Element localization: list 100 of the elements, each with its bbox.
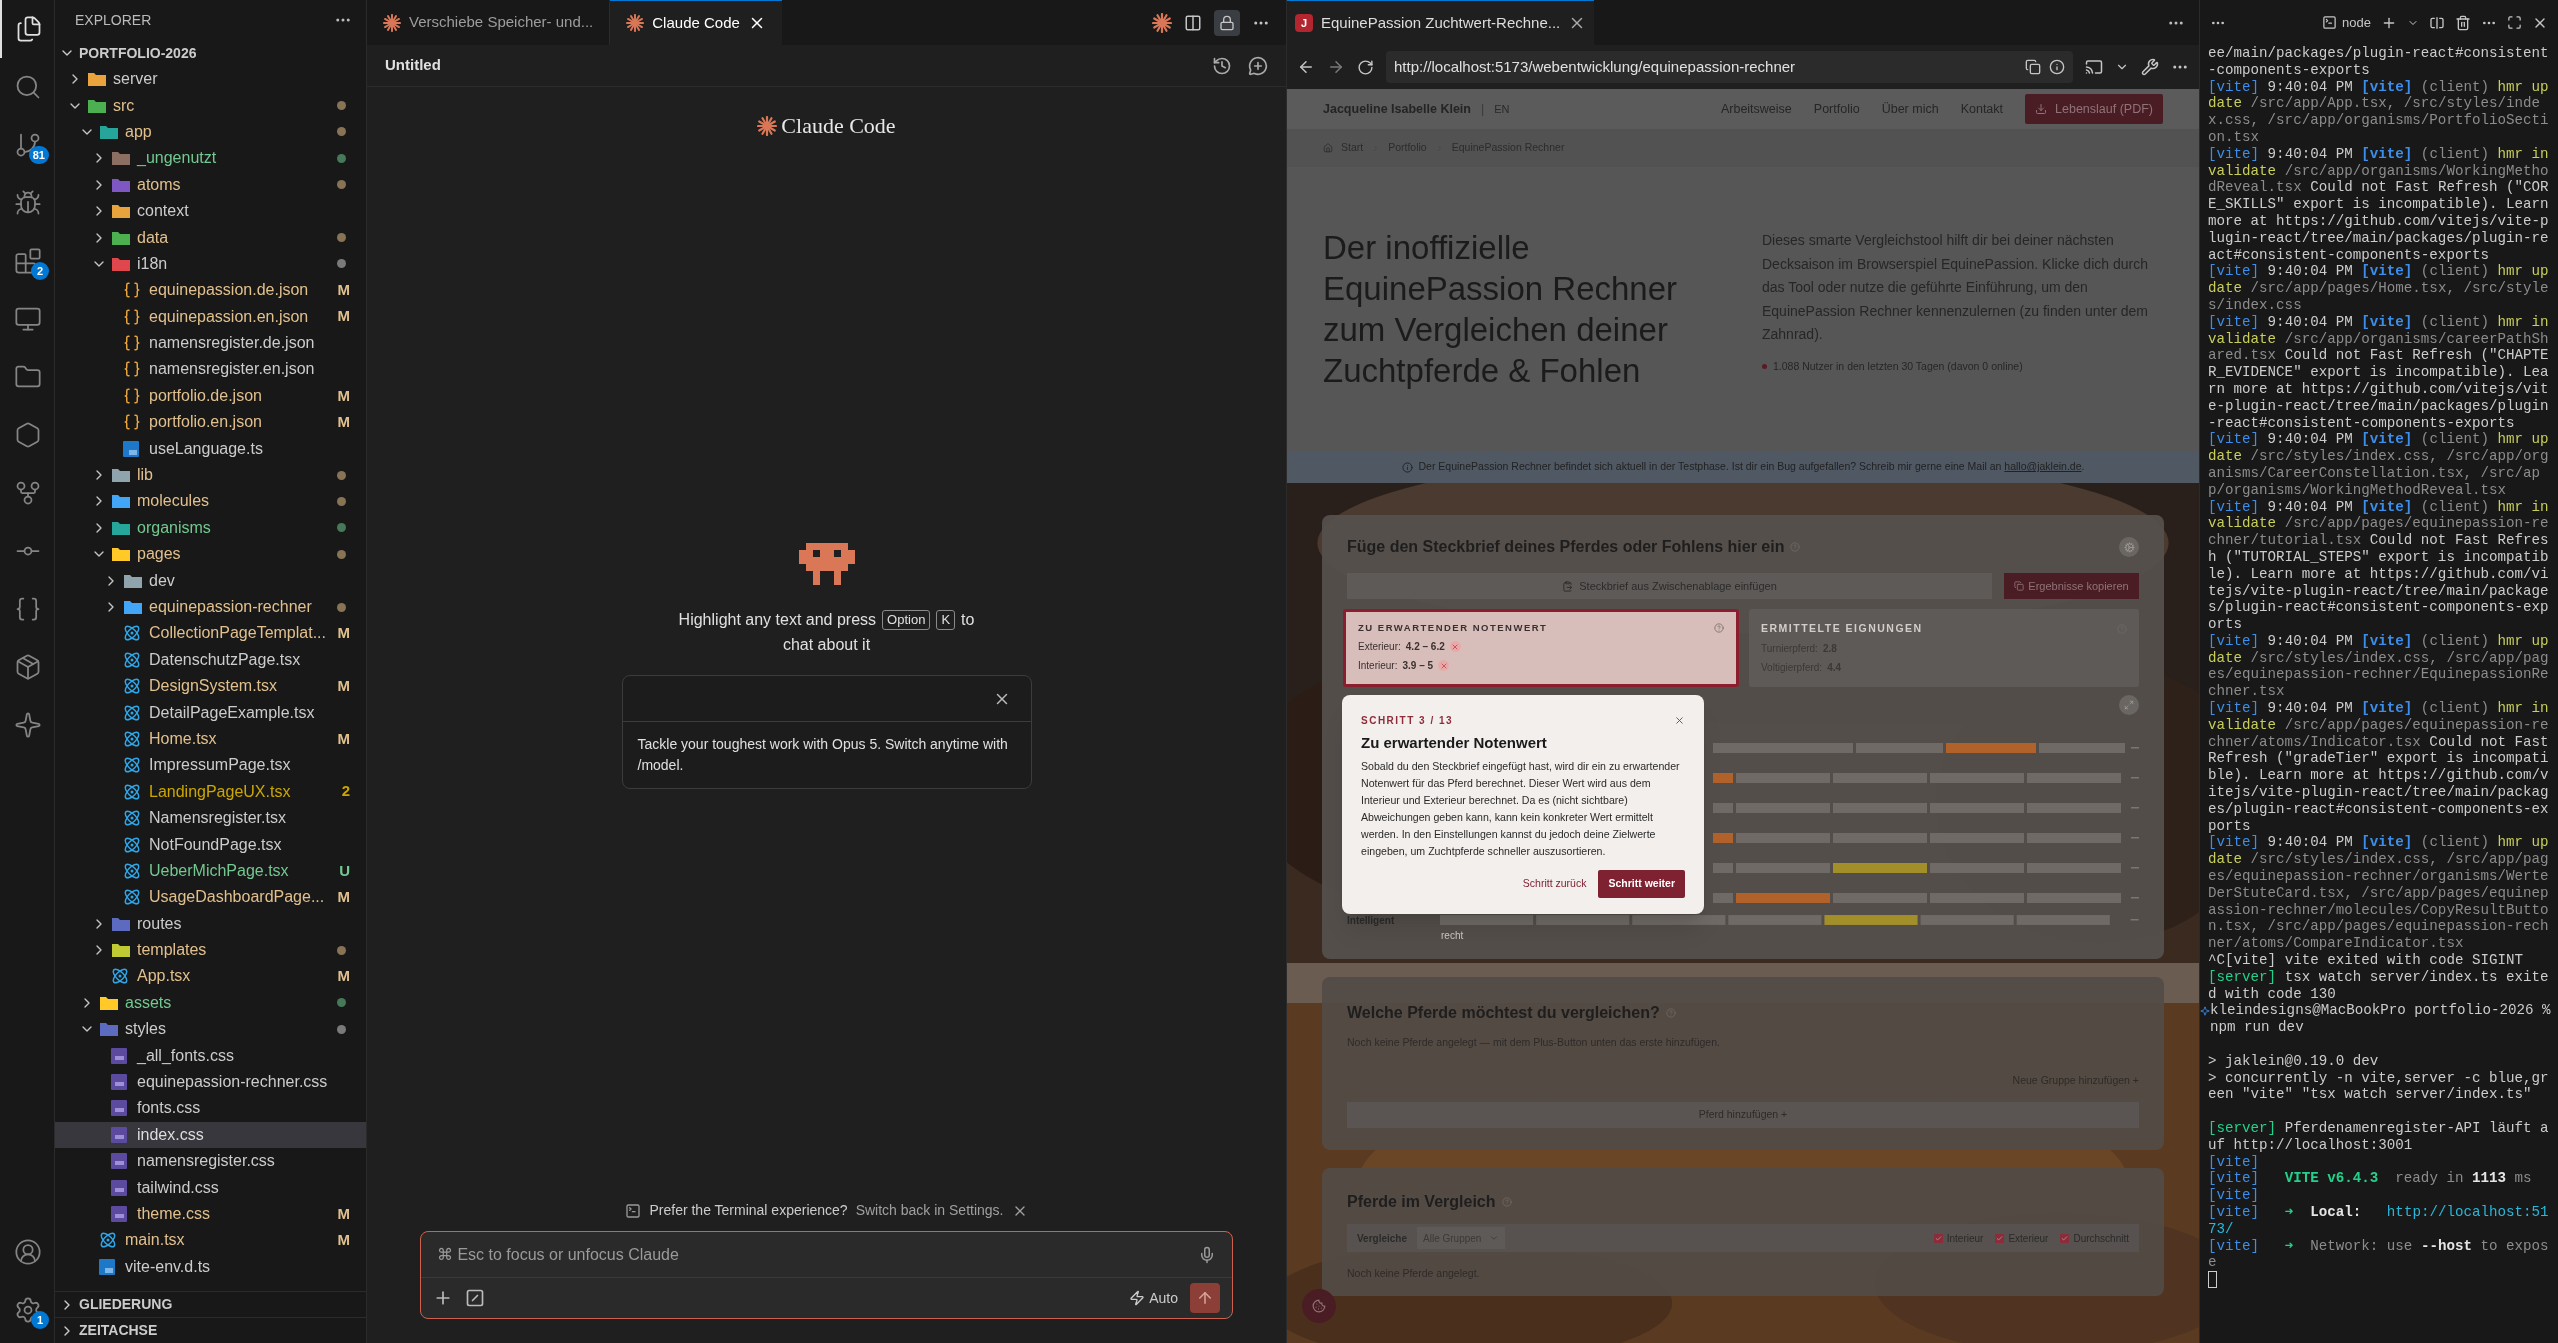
tree-item[interactable]: templates xyxy=(55,936,366,964)
git-status-label: M xyxy=(337,1203,350,1224)
tree-item[interactable]: theme.css M xyxy=(55,1200,366,1228)
settings-link[interactable]: Switch back in Settings. xyxy=(855,1200,1004,1221)
step-counter: SCHRITT 3 / 13 xyxy=(1361,713,1454,728)
lock-button[interactable] xyxy=(1214,9,1240,36)
tree-item[interactable]: equinepassion-rechner xyxy=(55,593,366,621)
send-button[interactable] xyxy=(1190,1283,1220,1313)
tree-item[interactable]: UeberMichPage.tsx U xyxy=(55,857,366,885)
tree-item[interactable]: equinepassion-rechner.css xyxy=(55,1068,366,1096)
tree-item[interactable]: context xyxy=(55,197,366,225)
next-button[interactable]: Schritt weiter xyxy=(1598,870,1685,899)
split-icon[interactable] xyxy=(2429,14,2445,31)
tree-item[interactable]: equinepassion.en.json M xyxy=(55,303,366,330)
url-field[interactable]: http://localhost:5173/webentwicklung/equinepassion-rechner xyxy=(1386,51,2073,83)
back-button[interactable]: Schritt zurück xyxy=(1518,876,1591,893)
tree-item[interactable]: App.tsx M xyxy=(55,963,366,990)
activity-bar-item[interactable]: 1 xyxy=(0,1281,55,1339)
tree-item[interactable]: portfolio.de.json M xyxy=(55,382,366,410)
tree-item[interactable]: DatenschutzPage.tsx xyxy=(55,646,366,673)
activity-bar-item[interactable]: 81 xyxy=(0,116,55,174)
tree-item[interactable]: data xyxy=(55,224,366,251)
file-name: data xyxy=(137,227,169,248)
tree-item[interactable]: UsageDashboardPage... M xyxy=(55,884,366,911)
file-name: styles xyxy=(125,1019,166,1040)
info-icon[interactable] xyxy=(2049,59,2065,75)
tree-item[interactable]: tailwind.css xyxy=(55,1174,366,1201)
separator: | xyxy=(1481,100,1485,118)
checkbox[interactable] xyxy=(1933,1233,1943,1243)
cast-icon[interactable] xyxy=(2085,58,2103,76)
activity-bar-item[interactable]: 2 xyxy=(0,232,55,290)
terminal-tab[interactable]: node xyxy=(2322,12,2371,33)
tree-item[interactable]: portfolio.en.json M xyxy=(55,409,366,436)
tree-item[interactable]: lib xyxy=(55,461,366,489)
history-icon[interactable] xyxy=(1212,55,1232,76)
editor-tab[interactable]: Claude Code xyxy=(610,0,782,45)
tree-item[interactable]: useLanguage.ts xyxy=(55,435,366,462)
tree-item[interactable]: DetailPageExample.tsx xyxy=(55,699,366,726)
microphone-icon[interactable] xyxy=(1198,1245,1216,1264)
copy-icon[interactable] xyxy=(2025,59,2041,75)
terminal-line: [vite] 9:40:04 PM [vite] (client) hmr update /src/app/pages/Home.tsx, /src/styles/index.css xyxy=(2208,263,2550,314)
checkbox[interactable] xyxy=(2060,1233,2070,1243)
section-header[interactable]: ZEITACHSE xyxy=(55,1317,366,1343)
section-header[interactable]: GLIEDERUNG xyxy=(55,1291,366,1317)
count-badge: 1 xyxy=(31,1311,49,1329)
sparkle-icon xyxy=(13,711,42,739)
tree-item[interactable]: src xyxy=(55,92,366,119)
tree-item[interactable]: equinepassion.de.json M xyxy=(55,277,366,304)
git-status-label: M xyxy=(337,887,350,908)
tree-item[interactable]: ImpressumPage.tsx xyxy=(55,752,366,779)
chat-input[interactable]: ⌘ Esc to focus or unfocus Claude Auto xyxy=(420,1231,1233,1319)
devtools-icon[interactable] xyxy=(2141,58,2159,76)
checkbox[interactable] xyxy=(1995,1233,2005,1243)
tree-item[interactable]: index.css xyxy=(55,1121,366,1148)
tree-item[interactable]: Namensregister.tsx xyxy=(55,804,366,832)
tree-item[interactable]: namensregister.css xyxy=(55,1148,366,1175)
tree-item[interactable]: DesignSystem.tsx M xyxy=(55,673,366,700)
tree-item[interactable]: molecules xyxy=(55,488,366,515)
split-editor-icon[interactable] xyxy=(1184,13,1202,32)
tree-item[interactable]: atoms xyxy=(55,171,366,198)
trash-icon[interactable] xyxy=(2455,14,2471,31)
back-icon[interactable] xyxy=(1297,58,1315,76)
file-name: DetailPageExample.tsx xyxy=(149,702,315,723)
browser-tab[interactable]: J EquinePassion Zuchtwert-Rechne... xyxy=(1287,0,1595,45)
terminal-line: [vite] ➜ Network: use --host to expose xyxy=(2208,1237,2550,1272)
section-header[interactable]: PORTFOLIO-2026 xyxy=(55,40,366,66)
tree-item[interactable]: assets xyxy=(55,989,366,1017)
forward-icon[interactable] xyxy=(1327,58,1345,76)
mode-button[interactable]: Auto xyxy=(1129,1287,1178,1309)
maximize-icon[interactable] xyxy=(2507,15,2522,30)
tree-item[interactable]: i18n xyxy=(55,250,366,278)
tree-item[interactable]: _ungenutzt xyxy=(55,145,366,172)
file-name: context xyxy=(137,201,189,222)
card-heading: ERMITTELTE EIGNUNGEN xyxy=(1761,621,1923,636)
file-name: fonts.css xyxy=(137,1098,201,1119)
tree-item[interactable]: pages xyxy=(55,541,366,568)
tree-item[interactable]: styles xyxy=(55,1016,366,1043)
tree-item[interactable]: _all_fonts.css xyxy=(55,1042,366,1069)
settings-button[interactable] xyxy=(2119,537,2139,557)
tree-item[interactable]: organisms xyxy=(55,514,366,542)
reload-icon[interactable] xyxy=(1357,58,1374,76)
folder-icon xyxy=(111,203,131,220)
tip-text: Tackle your toughest work with Opus 5. Switch anytime with /model. xyxy=(636,735,1009,775)
folder-icon xyxy=(111,546,131,563)
tree-item[interactable]: NotFoundPage.tsx xyxy=(55,831,366,858)
tree-item[interactable]: main.tsx M xyxy=(55,1227,366,1254)
tree-item[interactable]: routes xyxy=(55,910,366,937)
tree-item[interactable]: CollectionPageTemplat... M xyxy=(55,620,366,647)
tree-item[interactable]: vite-env.d.ts xyxy=(55,1253,366,1280)
tree-item[interactable]: dev xyxy=(55,567,366,594)
tree-item[interactable]: fonts.css xyxy=(55,1095,366,1122)
tree-item[interactable]: Home.tsx M xyxy=(55,725,366,753)
tree-item[interactable]: LandingPageUX.tsx 2 xyxy=(55,778,366,805)
new-chat-icon[interactable] xyxy=(1248,55,1268,76)
tree-item[interactable]: namensregister.en.json xyxy=(55,356,366,383)
tree-item[interactable]: namensregister.de.json xyxy=(55,329,366,357)
file-name: NotFoundPage.tsx xyxy=(149,834,282,855)
slash-command-icon[interactable] xyxy=(465,1288,485,1308)
tree-item[interactable]: server xyxy=(55,66,366,93)
tree-item[interactable]: app xyxy=(55,118,366,146)
